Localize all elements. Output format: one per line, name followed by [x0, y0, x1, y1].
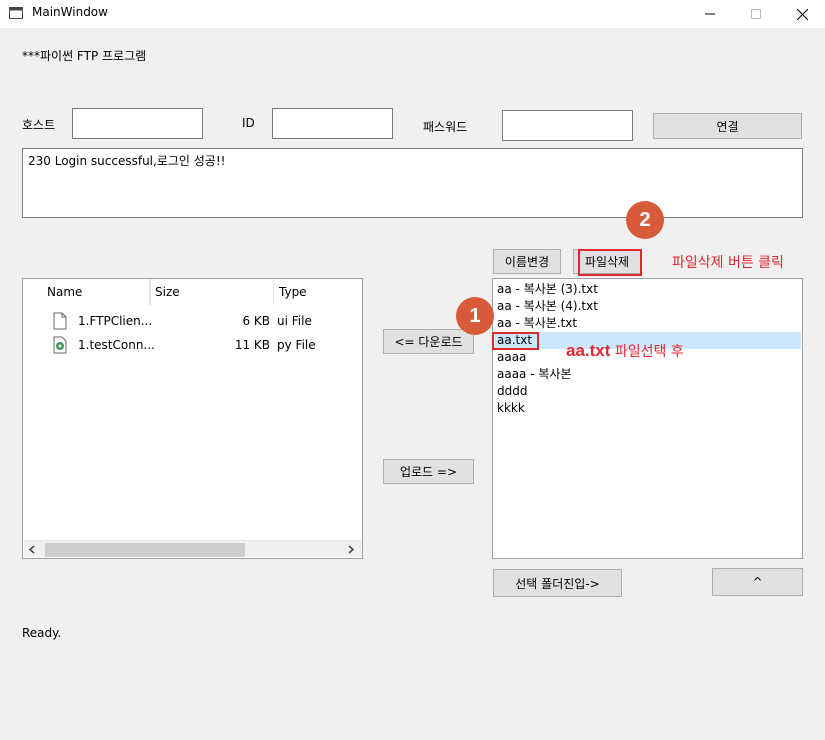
remote-list-item[interactable]: aa - 복사본.txt: [495, 315, 801, 332]
file-size: 11 KB: [234, 338, 270, 352]
column-header-name[interactable]: Name: [42, 279, 151, 305]
delete-instruction-note: 파일삭제 버튼 클릭: [672, 255, 784, 271]
file-type: py File: [277, 338, 316, 352]
id-input[interactable]: [272, 108, 393, 139]
password-label: 패스워드: [423, 120, 468, 134]
scrollbar-thumb[interactable]: [45, 543, 245, 557]
file-size: 6 KB: [242, 314, 270, 328]
document-icon: [53, 312, 67, 330]
title-bar[interactable]: MainWindow: [0, 0, 825, 28]
download-button[interactable]: <= 다운로드: [383, 329, 474, 354]
scroll-right-icon[interactable]: [347, 545, 355, 554]
id-label: ID: [242, 116, 255, 130]
app-window-icon: [9, 7, 23, 19]
minimize-icon: [705, 13, 715, 15]
python-file-icon: [53, 336, 67, 354]
delete-button-highlight: [578, 249, 642, 276]
host-label: 호스트: [22, 118, 56, 132]
log-output[interactable]: 230 Login successful,로그인 성공!!: [22, 148, 803, 218]
select-instruction-note: aa.txt 파일선택 후: [566, 341, 684, 361]
file-type: ui File: [277, 314, 312, 328]
close-icon: [796, 8, 808, 20]
remote-list-item[interactable]: aa - 복사본 (4).txt: [495, 298, 801, 315]
remote-list-item[interactable]: aa - 복사본 (3).txt: [495, 281, 801, 298]
connect-button[interactable]: 연결: [653, 113, 802, 139]
step-badge-2: 2: [626, 201, 664, 239]
close-window-button[interactable]: [779, 0, 825, 28]
column-header-size[interactable]: Size: [149, 279, 274, 305]
selected-file-highlight: [492, 332, 539, 350]
upload-button[interactable]: 업로드 =>: [383, 459, 474, 484]
file-name: 1.FTPClien...: [78, 314, 153, 328]
program-title: ***파이썬 FTP 프로그램: [22, 49, 147, 63]
remote-list-item[interactable]: kkkk: [495, 400, 801, 417]
maximize-icon: [751, 9, 761, 19]
maximize-button[interactable]: [733, 0, 779, 28]
status-text: Ready.: [22, 626, 62, 640]
remote-list-item[interactable]: aaaa - 복사본: [495, 366, 801, 383]
scroll-left-icon[interactable]: [28, 545, 36, 554]
select-note-filename: aa.txt: [566, 341, 611, 360]
minimize-button[interactable]: [687, 0, 733, 28]
local-file-row[interactable]: 1.FTPClien... 6 KB ui File: [23, 311, 362, 333]
enter-folder-button[interactable]: 선택 폴더진입->: [493, 569, 622, 597]
log-text: 230 Login successful,로그인 성공!!: [28, 154, 226, 168]
select-note-text: 파일선택 후: [614, 344, 684, 360]
remote-list-item[interactable]: dddd: [495, 383, 801, 400]
local-file-row[interactable]: 1.testConn... 11 KB py File: [23, 335, 362, 357]
local-file-list[interactable]: Name Size Type 1.FTPClien... 6 KB ui Fil…: [22, 278, 363, 559]
parent-folder-button[interactable]: ^: [712, 568, 803, 596]
window-title: MainWindow: [32, 5, 108, 19]
host-input[interactable]: [72, 108, 203, 139]
horizontal-scrollbar[interactable]: [24, 540, 362, 557]
file-name: 1.testConn...: [78, 338, 155, 352]
rename-button[interactable]: 이름변경: [493, 249, 561, 274]
password-input[interactable]: [502, 110, 633, 141]
remote-file-list[interactable]: aa - 복사본 (3).txt aa - 복사본 (4).txt aa - 복…: [492, 278, 803, 559]
column-header-type[interactable]: Type: [273, 279, 362, 305]
step-badge-1: 1: [456, 297, 494, 335]
